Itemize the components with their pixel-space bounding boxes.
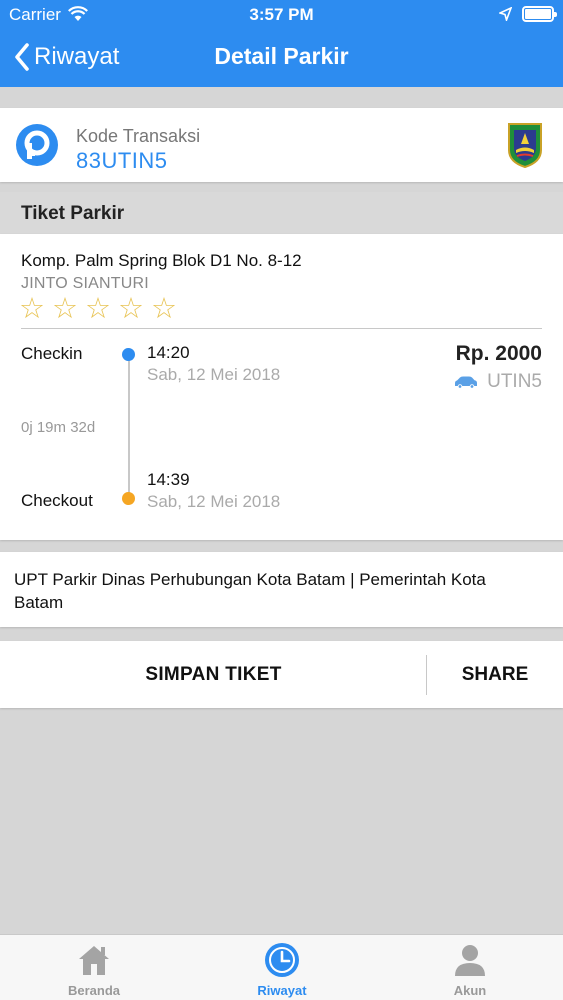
- parking-address: Komp. Palm Spring Blok D1 No. 8-12: [21, 251, 302, 270]
- page-title: Detail Parkir: [214, 43, 349, 69]
- rating-stars[interactable]: ☆ ☆ ☆ ☆ ☆: [19, 294, 177, 324]
- plate-number: UTIN5: [487, 371, 542, 392]
- batam-crest-icon: [508, 123, 542, 168]
- tab-akun[interactable]: Akun: [376, 935, 563, 1000]
- star-icon[interactable]: ☆: [19, 294, 45, 324]
- tab-bar: Beranda Riwayat Akun: [0, 934, 563, 1000]
- star-icon[interactable]: ☆: [151, 294, 177, 324]
- parking-duration: 0j 19m 32d: [21, 419, 96, 436]
- tab-riwayat[interactable]: Riwayat: [188, 935, 376, 1000]
- top-bar: Carrier 3:57 PM Riwayat Detail Parkir: [0, 0, 563, 87]
- clock-icon: [265, 943, 299, 977]
- checkout-time: 14:39: [147, 470, 190, 489]
- checkout-dot: [122, 492, 135, 505]
- divider: [21, 328, 542, 329]
- location-arrow-icon: [499, 7, 512, 21]
- checkin-dot: [122, 348, 135, 361]
- star-icon[interactable]: ☆: [52, 294, 78, 324]
- checkin-label: Checkin: [21, 344, 83, 363]
- checkin-date: Sab, 12 Mei 2018: [147, 365, 281, 384]
- checkout-label: Checkout: [21, 491, 93, 510]
- parking-logo-icon: [16, 124, 58, 166]
- star-icon[interactable]: ☆: [118, 294, 144, 324]
- ticket-section-header: Tiket Parkir: [0, 192, 563, 234]
- timeline-line: [128, 355, 130, 498]
- tab-label: Beranda: [67, 983, 121, 998]
- tab-beranda[interactable]: Beranda: [0, 935, 188, 1000]
- battery-icon: [522, 6, 557, 22]
- organization-text: UPT Parkir Dinas Perhubungan Kota Batam …: [14, 570, 486, 612]
- save-ticket-button[interactable]: SIMPAN TIKET: [0, 641, 427, 708]
- status-bar: Carrier 3:57 PM: [0, 0, 563, 30]
- tab-label: Akun: [453, 983, 487, 998]
- transaction-card: Kode Transaksi 83UTIN5: [0, 108, 563, 182]
- checkout-date: Sab, 12 Mei 2018: [147, 492, 281, 511]
- section-title: Tiket Parkir: [21, 203, 125, 224]
- ticket-card: Komp. Palm Spring Blok D1 No. 8-12 JINTO…: [0, 234, 563, 540]
- car-icon: [455, 376, 478, 389]
- share-button[interactable]: SHARE: [427, 641, 563, 708]
- house-icon: [79, 946, 109, 975]
- person-icon: [455, 945, 485, 976]
- vehicle-plate: UTIN5: [453, 371, 542, 393]
- organization-card: UPT Parkir Dinas Perhubungan Kota Batam …: [0, 552, 563, 627]
- status-time: 3:57 PM: [249, 5, 314, 24]
- parking-price: Rp. 2000: [455, 342, 542, 365]
- attendant-name: JINTO SIANTURI: [21, 275, 149, 292]
- star-icon[interactable]: ☆: [85, 294, 111, 324]
- transaction-code: 83UTIN5: [76, 148, 168, 173]
- checkin-time: 14:20: [147, 343, 190, 362]
- transaction-code-label: Kode Transaksi: [76, 126, 201, 146]
- action-bar: SIMPAN TIKET SHARE: [0, 641, 563, 708]
- tab-label: Riwayat: [257, 983, 307, 998]
